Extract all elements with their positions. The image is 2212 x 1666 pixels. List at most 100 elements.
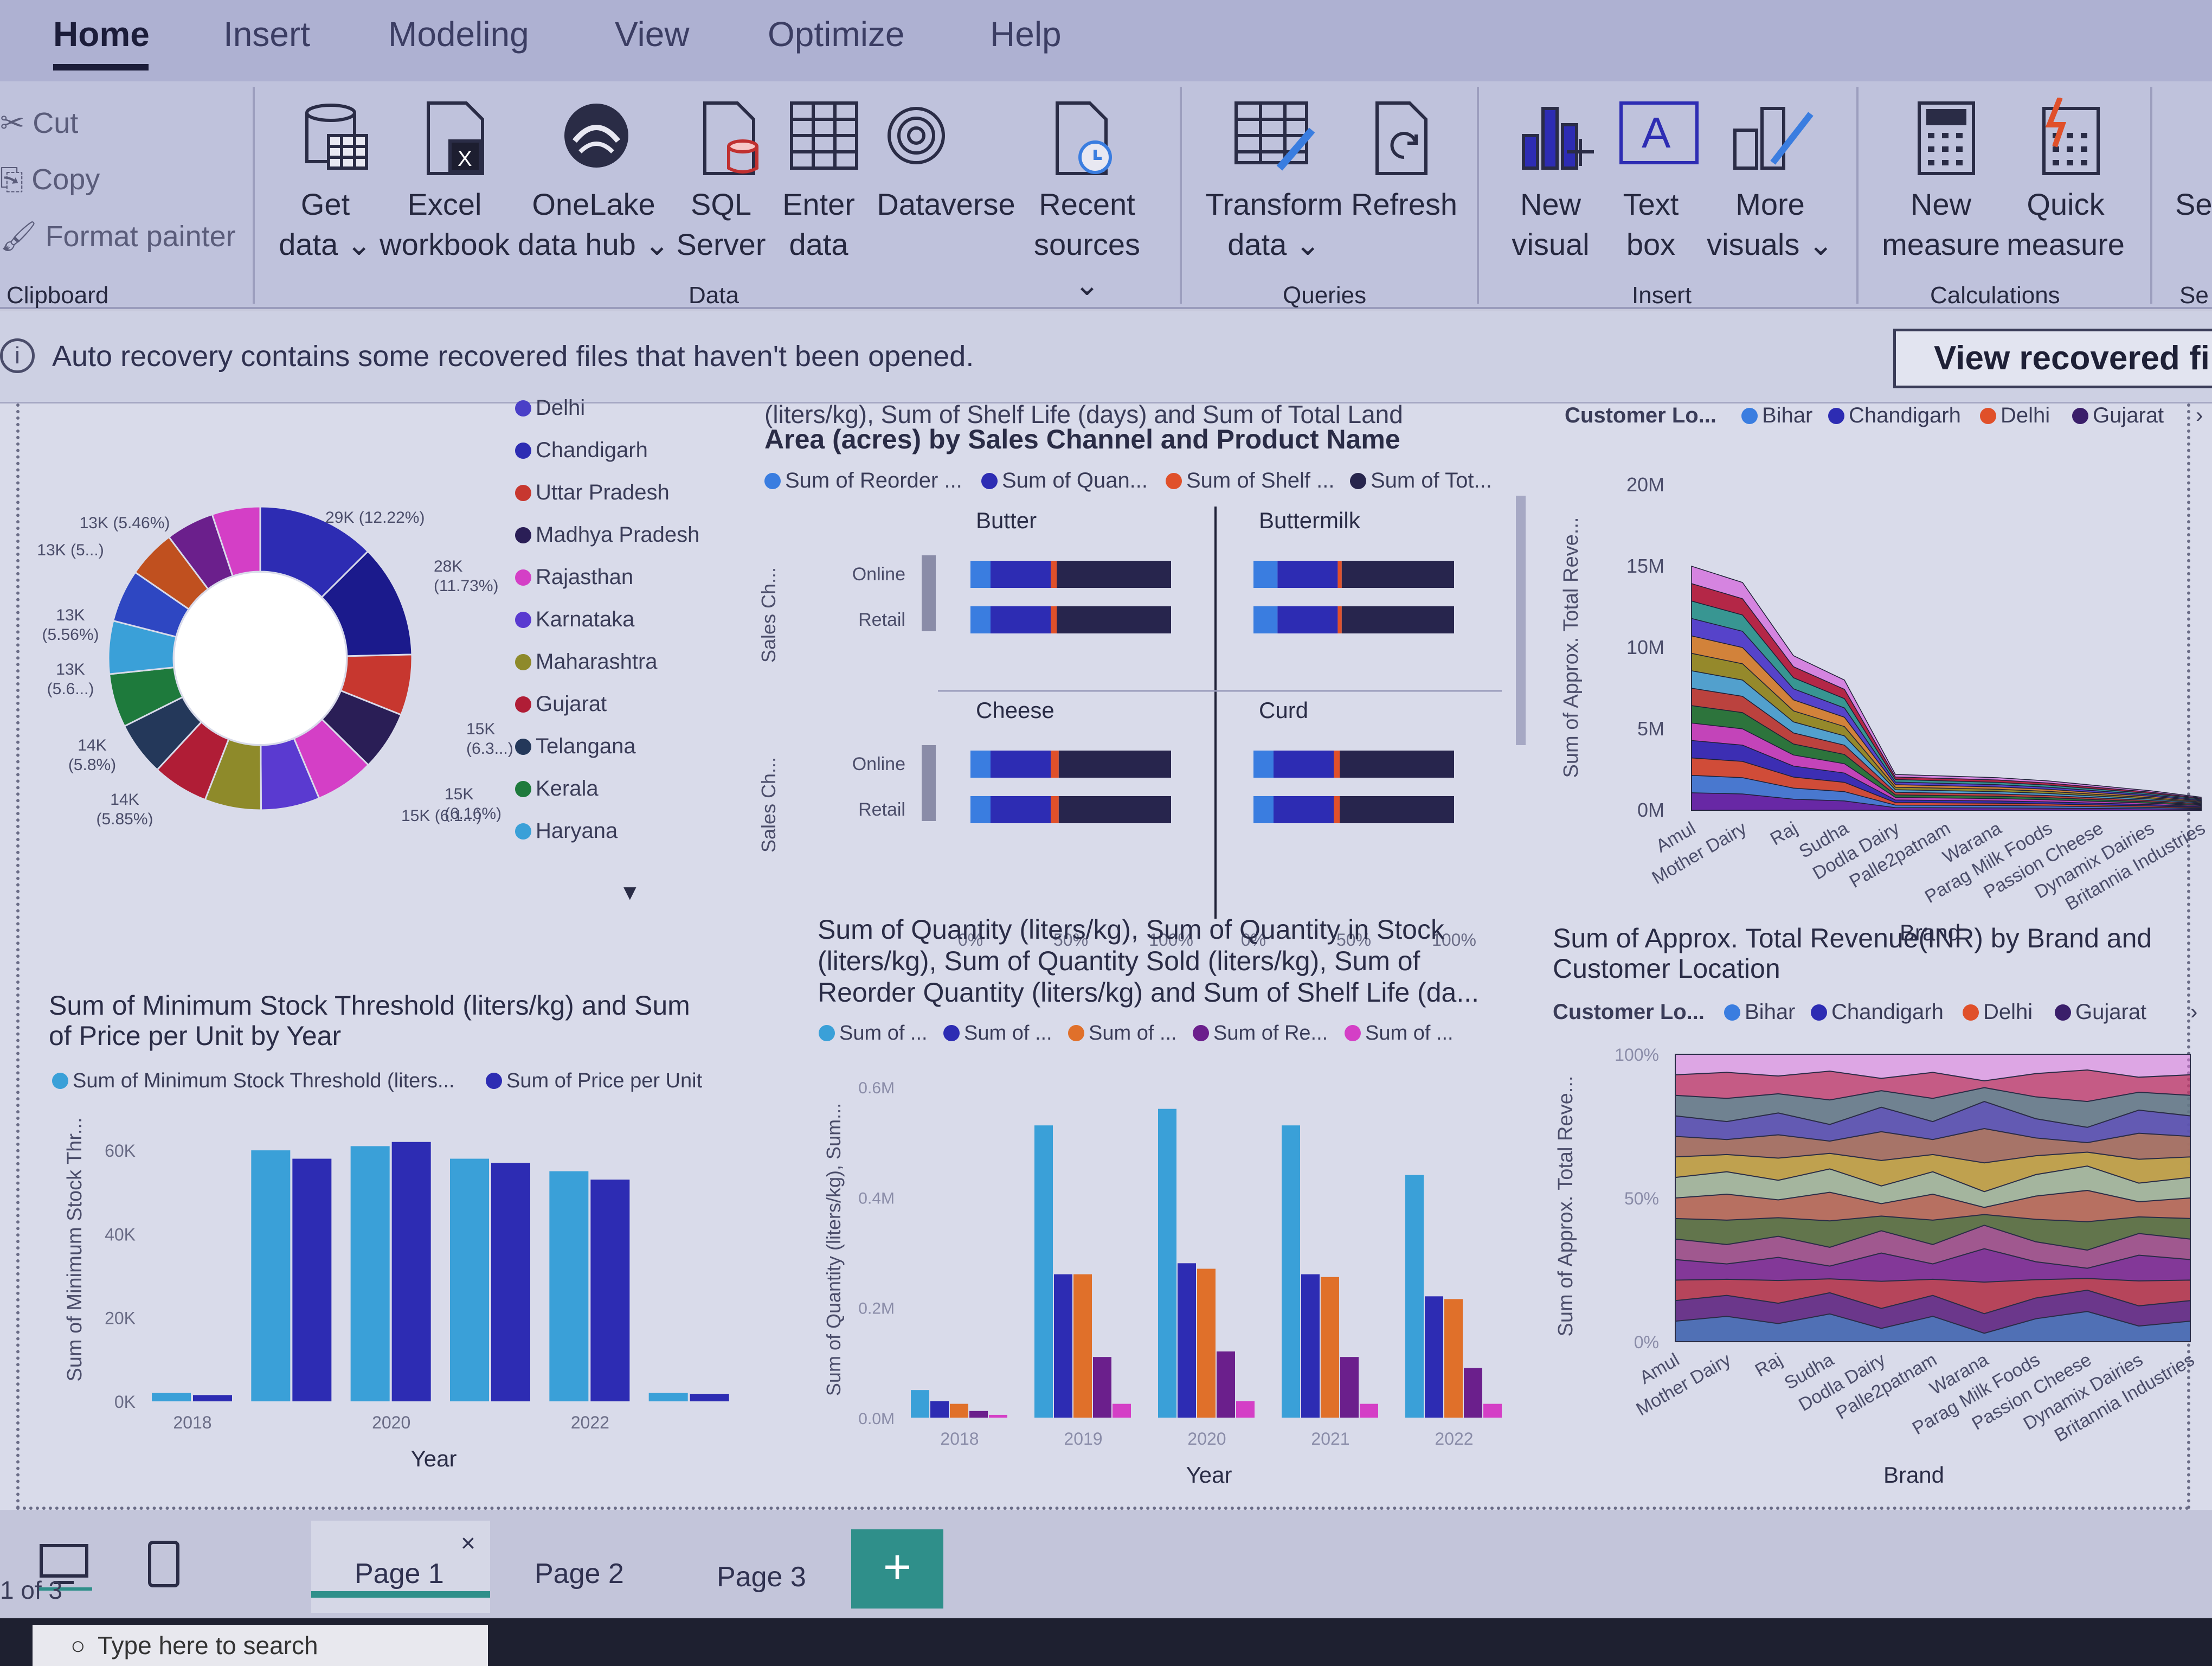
page-tab-1[interactable]: Page 1 ×	[311, 1521, 490, 1613]
legend-scroll-down-icon[interactable]: ▼	[619, 881, 641, 905]
legend-item[interactable]: Chandigarh	[1828, 403, 1961, 428]
donut-data-label: 29K (12.22%)	[325, 509, 425, 527]
bar-segment	[1051, 796, 1059, 823]
y-tick-label: 100%	[1615, 1045, 1659, 1065]
legend-item[interactable]: Gujarat	[515, 692, 607, 716]
legend-dot	[1166, 473, 1182, 489]
bar	[1425, 1296, 1443, 1418]
legend-dot	[819, 1025, 835, 1041]
excel-workbook-button[interactable]: Excel workbook	[374, 184, 515, 265]
legend-item[interactable]: Haryana	[515, 819, 618, 843]
bar	[193, 1395, 232, 1401]
svg-text:A: A	[1642, 108, 1671, 157]
legend-title: Customer Lo...	[1553, 1000, 1705, 1024]
legend-item[interactable]: Sum of ...	[819, 1022, 928, 1045]
bar	[1093, 1357, 1111, 1418]
onelake-icon	[564, 104, 628, 168]
y-tick-label: 60K	[105, 1141, 136, 1161]
view-recovered-files-button[interactable]: View recovered fi	[1893, 329, 2212, 388]
legend-item[interactable]: Telangana	[515, 734, 636, 759]
mobile-view-icon[interactable]	[146, 1540, 184, 1589]
legend-label: Chandigarh	[536, 438, 648, 462]
bar	[1321, 1277, 1339, 1418]
legend-item[interactable]: Sum of Tot...	[1350, 469, 1492, 493]
sql-server-button[interactable]: SQL Server	[672, 184, 770, 265]
legend-item[interactable]: Sum of Reorder ...	[764, 469, 962, 493]
chart-title-line2: (liters/kg), Sum of Quantity Sold (liter…	[818, 946, 1420, 976]
bar	[690, 1394, 729, 1401]
quick-measure-button[interactable]: Quick measure	[2001, 184, 2131, 265]
legend-item[interactable]: Delhi	[515, 396, 585, 420]
chart-title-line1: Sum of Quantity (liters/kg), Sum of Quan…	[818, 914, 1444, 945]
legend-item[interactable]: Maharashtra	[515, 650, 658, 674]
page-tab-3[interactable]: Page 3	[717, 1561, 806, 1593]
legend-next-icon[interactable]: ›	[2196, 403, 2203, 428]
bar-segment	[1058, 751, 1171, 778]
add-page-button[interactable]: +	[851, 1529, 943, 1609]
bar-segment	[1277, 561, 1338, 588]
tab-view[interactable]: View	[615, 14, 690, 54]
onelake-data-hub-button[interactable]: OneLake data hub ⌄	[515, 184, 672, 265]
dataverse-button[interactable]: Dataverse	[867, 184, 1025, 225]
legend-item[interactable]: Kerala	[515, 777, 599, 801]
legend-next-icon[interactable]: ›	[2190, 1000, 2197, 1024]
cut-button[interactable]: ✂ Cut	[0, 106, 78, 140]
transform-data-button[interactable]: Transform data ⌄	[1198, 184, 1350, 265]
text-box-button[interactable]: Text box	[1599, 184, 1702, 265]
legend-item[interactable]: Sum of Re...	[1193, 1022, 1328, 1045]
tab-help[interactable]: Help	[990, 14, 1062, 54]
group-label-cut-off: Se	[2179, 282, 2209, 309]
legend-item[interactable]: Sum of Quan...	[981, 469, 1148, 493]
legend-item[interactable]: Gujarat	[2072, 403, 2164, 428]
legend-item[interactable]: Sum of ...	[1068, 1022, 1177, 1045]
taskbar-search[interactable]: ○ Type here to search	[33, 1625, 488, 1666]
legend-item[interactable]: Chandigarh	[1811, 1000, 1944, 1024]
x-tick-label: 2022	[1435, 1429, 1473, 1449]
y-tick-label: 40K	[105, 1225, 136, 1244]
legend-item[interactable]: Madhya Pradesh	[515, 523, 699, 547]
tab-optimize[interactable]: Optimize	[768, 14, 905, 54]
tab-home[interactable]: Home	[53, 14, 150, 54]
page-tab-2[interactable]: Page 2	[535, 1558, 624, 1590]
refresh-icon	[1375, 101, 1427, 175]
bar-segment	[991, 606, 1051, 633]
legend-label: Sum of ...	[1089, 1022, 1177, 1045]
more-visuals-button[interactable]: More visuals ⌄	[1697, 184, 1843, 265]
legend-item[interactable]: Rajasthan	[515, 565, 633, 589]
panel-title: Curd	[1259, 697, 1308, 723]
bar	[1464, 1368, 1482, 1418]
revenue-100-area-chart: 100%50%0%Sum of Approx. Total Reve...Amu…	[1554, 1045, 2198, 1488]
legend-item[interactable]: Gujarat	[2055, 1000, 2146, 1024]
y-axis-label: Sum of Approx. Total Reve...	[1560, 517, 1583, 778]
close-page-icon[interactable]: ×	[461, 1528, 475, 1558]
legend-label: Chandigarh	[1831, 1000, 1944, 1024]
tab-modeling[interactable]: Modeling	[388, 14, 529, 54]
legend-label: Madhya Pradesh	[536, 523, 700, 547]
donut-data-label: 28K	[434, 558, 462, 575]
legend-item[interactable]: Chandigarh	[515, 438, 648, 463]
copy-button[interactable]: ⎘ Copy	[0, 163, 100, 197]
new-measure-button[interactable]: New measure	[1876, 184, 2006, 265]
legend-item[interactable]: Karnataka	[515, 607, 634, 632]
refresh-button[interactable]: Refresh	[1345, 184, 1464, 225]
bar	[911, 1390, 929, 1418]
legend-item[interactable]: Delhi	[1963, 1000, 2033, 1024]
legend-item[interactable]: Bihar	[1741, 403, 1812, 428]
cut-off-ribbon-button[interactable]: Se	[2175, 184, 2212, 225]
legend-item[interactable]: Bihar	[1724, 1000, 1795, 1024]
bar-segment	[991, 751, 1051, 778]
legend-item[interactable]: Delhi	[1980, 403, 2050, 428]
legend-item[interactable]: Sum of ...	[1345, 1022, 1454, 1045]
y-axis-label: Sum of Approx. Total Reve...	[1554, 1076, 1577, 1337]
format-painter-button[interactable]: 🖌 Format painter	[0, 220, 236, 254]
legend-item[interactable]: Sum of Shelf ...	[1166, 469, 1334, 493]
new-visual-button[interactable]: New visual	[1496, 184, 1605, 265]
get-data-button[interactable]: Get data ⌄	[276, 184, 374, 265]
tab-insert[interactable]: Insert	[223, 14, 310, 54]
legend-dot	[1350, 473, 1366, 489]
recent-sources-button[interactable]: Recent sources ⌄	[1019, 184, 1155, 305]
enter-data-button[interactable]: Enter data	[770, 184, 867, 265]
legend-item[interactable]: Sum of ...	[943, 1022, 1052, 1045]
legend-item[interactable]: Uttar Pradesh	[515, 480, 670, 505]
donut-data-label: 15K	[466, 720, 495, 738]
